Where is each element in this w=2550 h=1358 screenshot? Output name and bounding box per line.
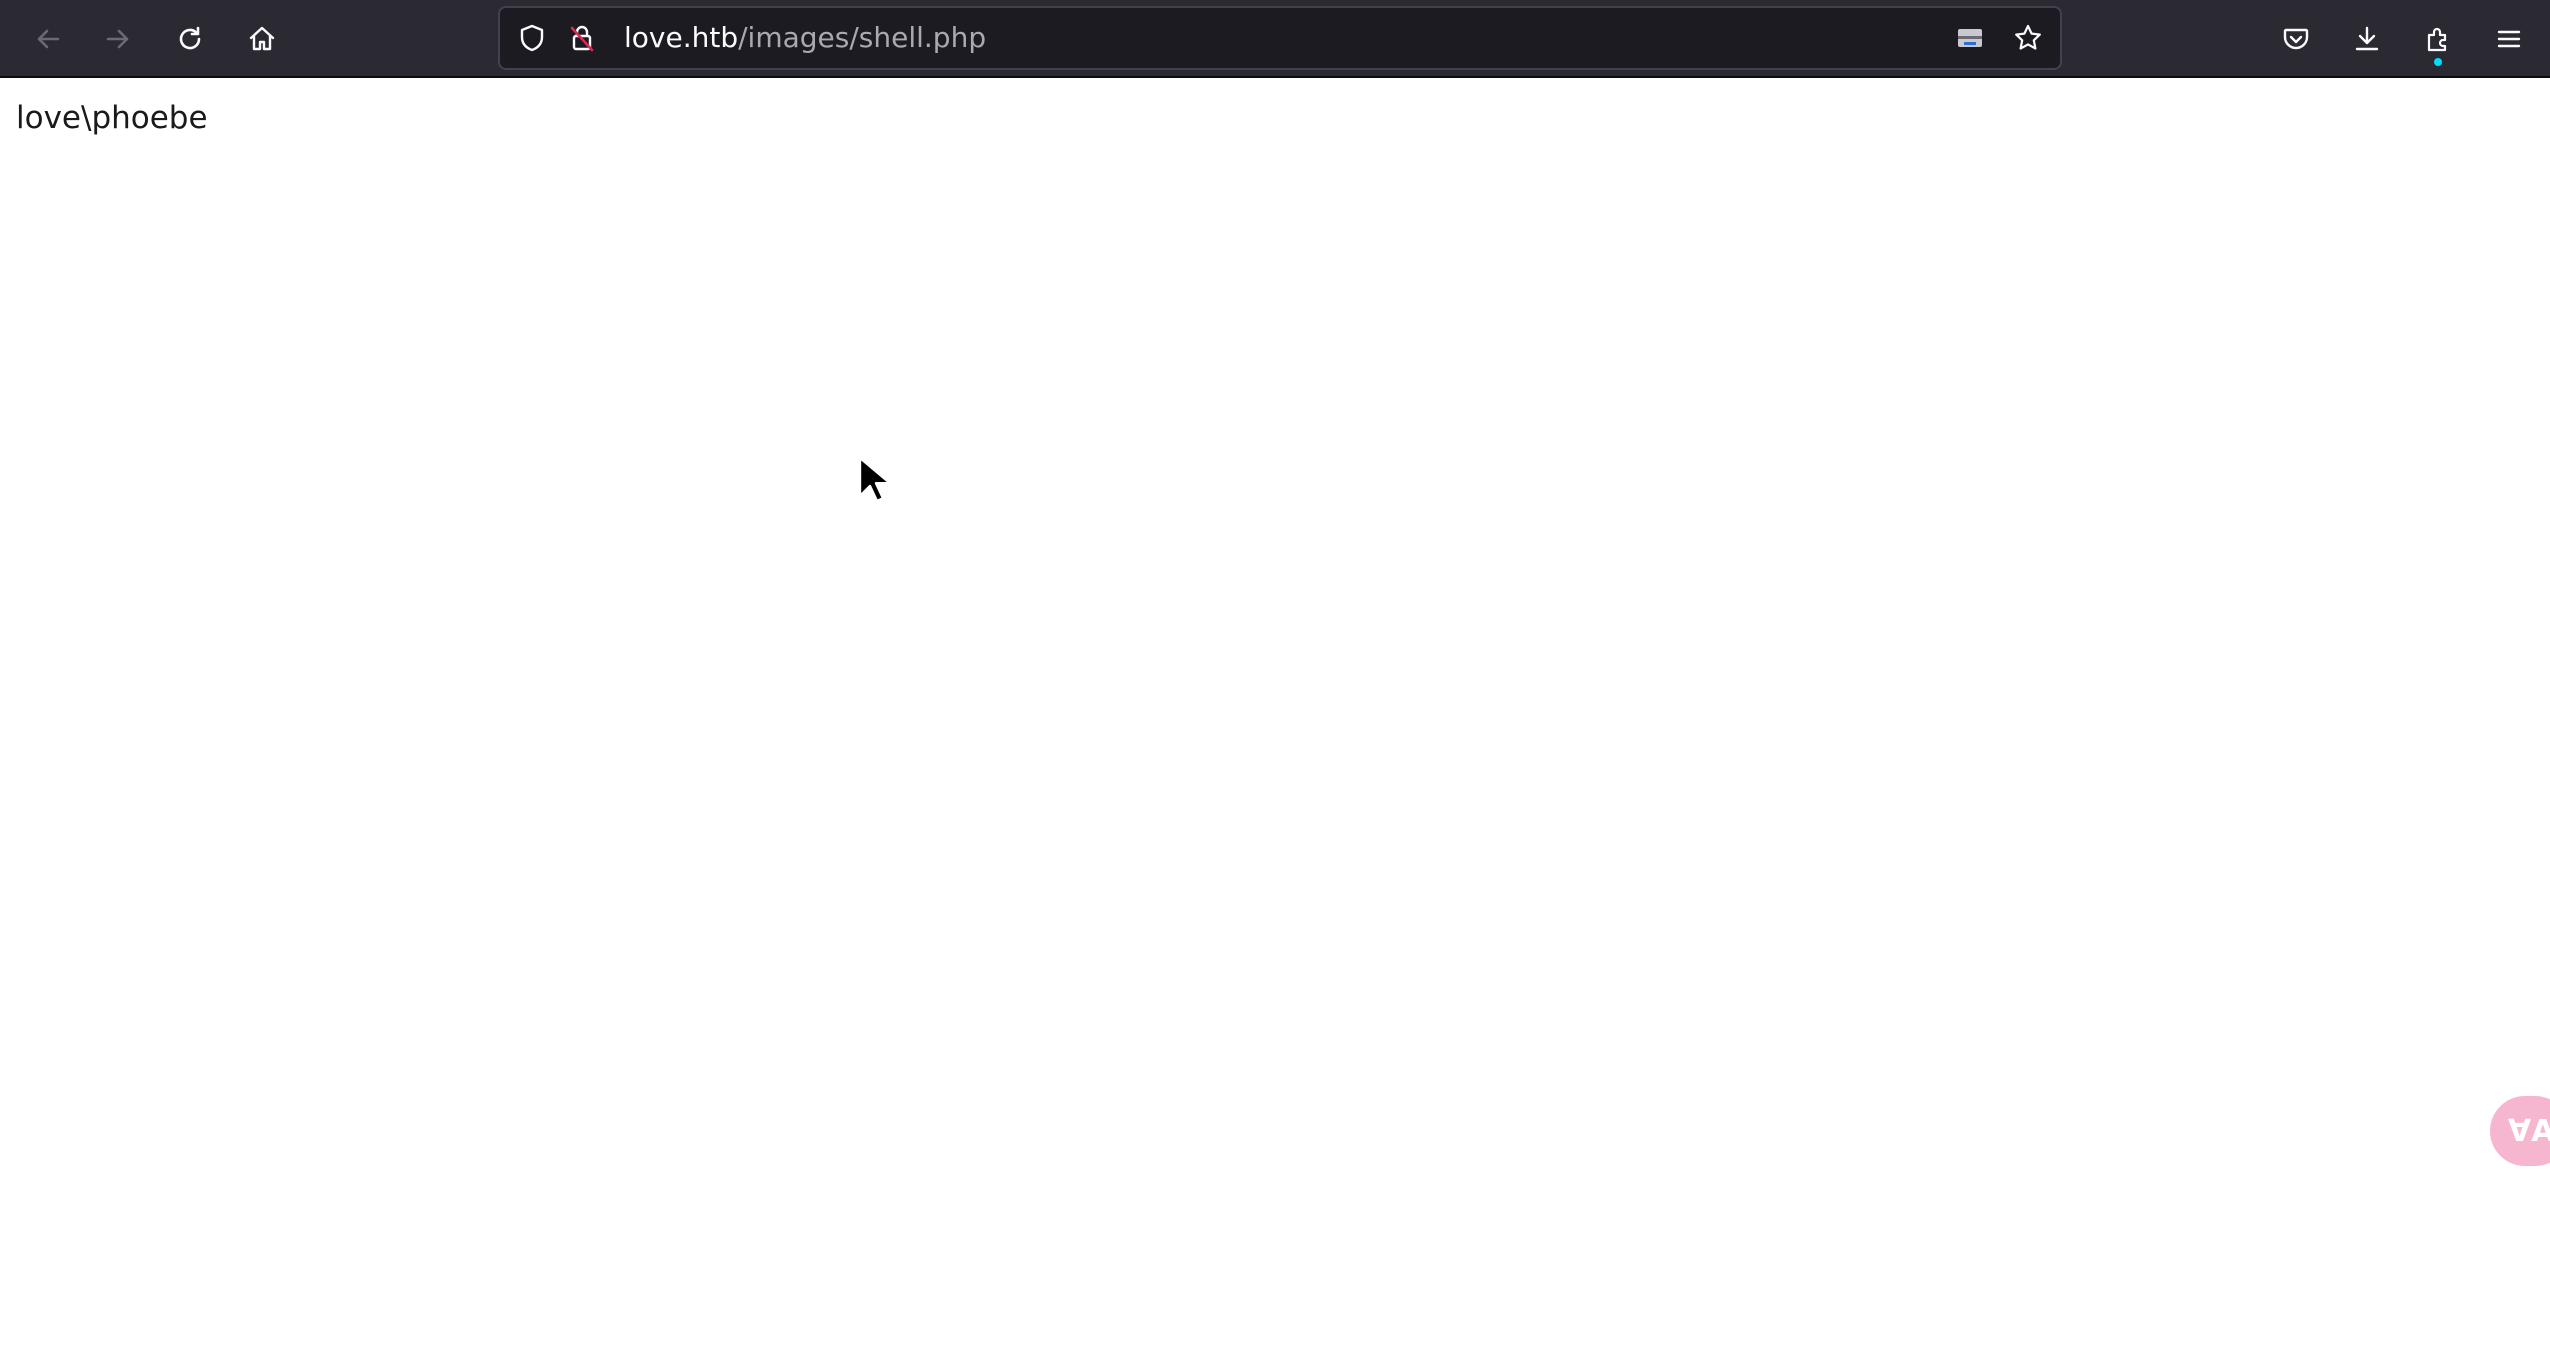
browser-toolbar: love.htb/images/shell.php <box>0 0 2550 78</box>
arrow-right-icon <box>106 29 129 49</box>
page-content: love\phoebe ⱯA <box>0 78 2550 1358</box>
back-button[interactable] <box>24 15 72 63</box>
url-host: love.htb <box>624 21 739 54</box>
star-icon[interactable] <box>2012 22 2044 54</box>
forward-button[interactable] <box>94 15 142 63</box>
reload-icon <box>179 26 201 50</box>
reload-button[interactable] <box>166 15 214 63</box>
puzzle-icon <box>2427 27 2447 52</box>
lock-insecure-icon[interactable] <box>566 22 598 54</box>
translate-icon: ⱯA <box>2508 1113 2550 1149</box>
hamburger-menu-icon <box>2497 30 2521 48</box>
url-bar[interactable]: love.htb/images/shell.php <box>498 6 2062 70</box>
menu-button[interactable] <box>2485 15 2533 63</box>
url-text[interactable]: love.htb/images/shell.php <box>624 8 986 68</box>
reader-view-icon[interactable] <box>1954 22 1986 54</box>
command-output: love\phoebe <box>16 100 208 136</box>
pocket-button[interactable] <box>2272 15 2320 63</box>
url-path: /images/shell.php <box>738 21 987 54</box>
home-button[interactable] <box>238 15 286 63</box>
translate-widget-button[interactable]: ⱯA <box>2490 1096 2550 1166</box>
mouse-cursor-icon <box>858 456 892 503</box>
pocket-icon <box>2283 28 2309 50</box>
home-icon <box>249 26 275 51</box>
downloads-button[interactable] <box>2343 15 2391 63</box>
download-icon <box>2355 26 2379 51</box>
arrow-left-icon <box>37 29 60 49</box>
shield-icon[interactable] <box>516 22 548 54</box>
extension-indicator-dot <box>2434 58 2442 66</box>
extensions-button[interactable] <box>2414 15 2462 63</box>
